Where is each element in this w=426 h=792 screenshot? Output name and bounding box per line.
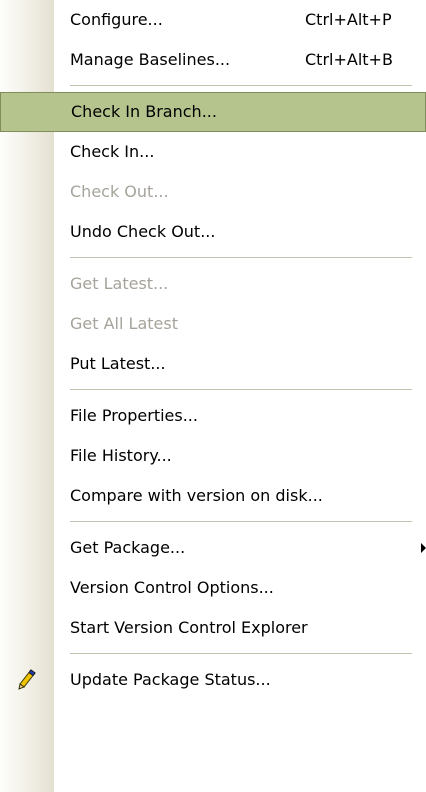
menu-item-check-out[interactable]: Check Out... xyxy=(0,172,426,212)
menu-separator xyxy=(0,252,426,264)
menu-item-label: Manage Baselines... xyxy=(70,50,231,69)
menu-item-label: Version Control Options... xyxy=(70,578,274,597)
menu-separator xyxy=(0,516,426,528)
menu-item-shortcut: Ctrl+Alt+B xyxy=(305,50,393,69)
menu-item-start-version-control-explorer[interactable]: Start Version Control Explorer xyxy=(0,608,426,648)
menu-item-configure[interactable]: Configure... Ctrl+Alt+P xyxy=(0,0,426,40)
menu-separator xyxy=(0,80,426,92)
menu-item-label: Undo Check Out... xyxy=(70,222,216,241)
submenu-arrow-icon xyxy=(421,543,426,553)
menu-item-check-in-branch[interactable]: Check In Branch... xyxy=(0,92,426,132)
menu-item-label: Check Out... xyxy=(70,182,169,201)
menu-item-file-properties[interactable]: File Properties... xyxy=(0,396,426,436)
menu-item-compare-with-version-on-disk[interactable]: Compare with version on disk... xyxy=(0,476,426,516)
menu-item-label: Update Package Status... xyxy=(70,670,271,689)
pencil-icon xyxy=(16,668,38,690)
menu-item-label: Start Version Control Explorer xyxy=(70,618,308,637)
menu-item-label: File History... xyxy=(70,446,172,465)
menu-item-get-latest[interactable]: Get Latest... xyxy=(0,264,426,304)
menu-item-label: Configure... xyxy=(70,10,163,29)
menu-item-label: Get Package... xyxy=(70,538,186,557)
menu-item-label: Get All Latest xyxy=(70,314,178,333)
menu-item-put-latest[interactable]: Put Latest... xyxy=(0,344,426,384)
menu-item-manage-baselines[interactable]: Manage Baselines... Ctrl+Alt+B xyxy=(0,40,426,80)
menu-separator xyxy=(0,648,426,660)
menu-item-label: Check In Branch... xyxy=(71,102,217,121)
menu-item-file-history[interactable]: File History... xyxy=(0,436,426,476)
menu-item-update-package-status[interactable]: Update Package Status... xyxy=(0,660,426,700)
menu-separator xyxy=(0,384,426,396)
context-menu: Configure... Ctrl+Alt+P Manage Baselines… xyxy=(0,0,426,792)
menu-item-label: Check In... xyxy=(70,142,155,161)
menu-item-label: Get Latest... xyxy=(70,274,169,293)
menu-item-get-all-latest[interactable]: Get All Latest xyxy=(0,304,426,344)
menu-item-version-control-options[interactable]: Version Control Options... xyxy=(0,568,426,608)
menu-item-get-package[interactable]: Get Package... xyxy=(0,528,426,568)
menu-item-label: File Properties... xyxy=(70,406,198,425)
menu-item-label: Compare with version on disk... xyxy=(70,486,323,505)
menu-items: Configure... Ctrl+Alt+P Manage Baselines… xyxy=(0,0,426,700)
menu-item-shortcut: Ctrl+Alt+P xyxy=(305,10,392,29)
menu-item-label: Put Latest... xyxy=(70,354,166,373)
menu-item-undo-check-out[interactable]: Undo Check Out... xyxy=(0,212,426,252)
menu-item-check-in[interactable]: Check In... xyxy=(0,132,426,172)
